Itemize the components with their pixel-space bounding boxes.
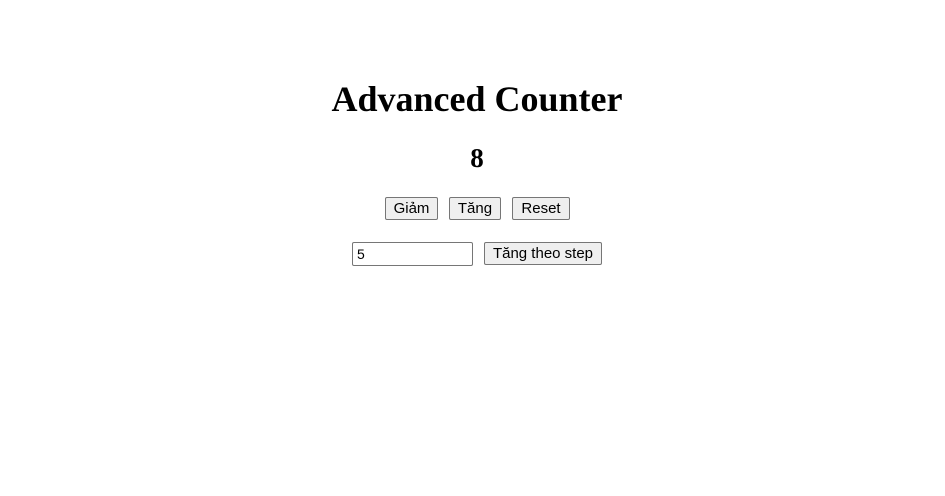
- decrease-button[interactable]: Giảm: [385, 197, 438, 220]
- counter-app: Advanced Counter 8 Giảm Tăng Reset Tăng …: [0, 0, 945, 496]
- increase-button[interactable]: Tăng: [449, 197, 501, 220]
- reset-button[interactable]: Reset: [512, 197, 570, 220]
- increase-by-step-button[interactable]: Tăng theo step: [484, 242, 602, 265]
- counter-value: 8: [470, 143, 484, 173]
- page-title: Advanced Counter: [331, 79, 623, 119]
- step-input[interactable]: [352, 242, 473, 266]
